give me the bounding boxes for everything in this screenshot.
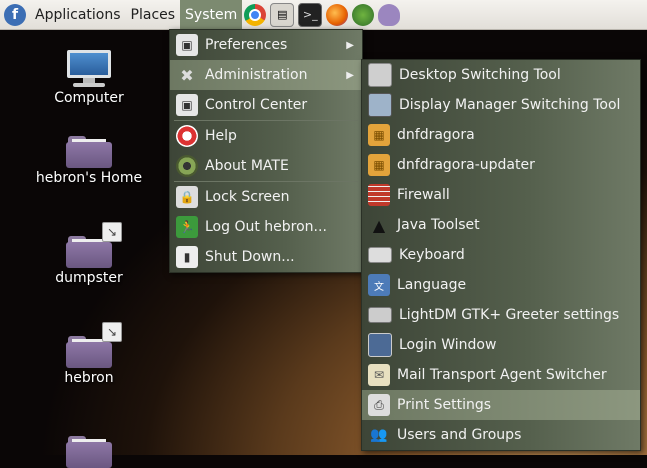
lock-screen-icon: 🔒 [176,186,198,208]
menu-item-firewall[interactable]: Firewall [362,180,640,210]
display-manager-icon [368,93,392,117]
menu-item-java-toolset[interactable]: ▲ Java Toolset [362,210,640,240]
applications-menu[interactable]: Applications [30,0,126,30]
desktop-icon-hebron[interactable]: ↘ hebron [29,322,149,386]
menu-item-dnfdragora[interactable]: ▦ dnfdragora [362,120,640,150]
mail-icon: ✉ [368,364,390,386]
menu-item-label: Control Center [205,97,308,113]
menu-item-label: Keyboard [399,247,465,263]
menu-item-label: Log Out hebron... [205,219,327,235]
menu-item-administration[interactable]: ✖ Administration ▶ [170,60,362,90]
menu-item-display-manager-switching-tool[interactable]: Display Manager Switching Tool [362,90,640,120]
fedora-logo-icon[interactable]: f [4,3,26,26]
terminal-icon[interactable]: >_ [298,2,323,27]
menu-item-label: LightDM GTK+ Greeter settings [399,307,620,323]
menu-item-login-window[interactable]: Login Window [362,330,640,360]
preferences-icon: ▣ [176,34,198,56]
menu-item-label: Language [397,277,467,293]
menu-item-dnfdragora-updater[interactable]: ▦ dnfdragora-updater [362,150,640,180]
menu-item-shut-down[interactable]: ▮ Shut Down... [170,242,362,272]
users-icon: 👥 [370,427,388,443]
logout-icon: 🏃 [176,216,198,238]
mate-icon [176,155,198,177]
menu-item-label: Print Settings [397,397,492,413]
menu-item-label: Firewall [397,187,450,203]
language-icon: 文 [368,274,390,296]
desktop-icon-label: Computer [54,90,124,106]
lightdm-icon [368,307,392,323]
menu-item-label: Mail Transport Agent Switcher [397,367,607,383]
home-folder-icon [66,136,112,168]
menu-item-label: Login Window [399,337,497,353]
system-menu[interactable]: System [180,0,243,30]
menu-item-label: Users and Groups [397,427,522,443]
java-icon: ▲ [372,215,386,235]
desktop-icon-dumpster[interactable]: ↘ dumpster [29,222,149,286]
menu-item-language[interactable]: 文 Language [362,270,640,300]
menu-item-label: Lock Screen [205,189,290,205]
top-panel: f Applications Places System ▤ >_ [0,0,647,30]
desktop-icon-computer[interactable]: Computer [29,50,149,106]
desktop-icon-partial[interactable] [29,436,149,468]
desktop-icon-label: hebron's Home [35,170,143,186]
menu-item-lightdm-greeter-settings[interactable]: LightDM GTK+ Greeter settings [362,300,640,330]
menu-item-lock-screen[interactable]: 🔒 Lock Screen [170,182,362,212]
menu-item-label: Java Toolset [397,217,480,233]
menu-item-control-center[interactable]: ▣ Control Center [170,90,362,120]
administration-submenu: Desktop Switching Tool Display Manager S… [361,59,641,451]
package-updater-icon: ▦ [368,154,390,176]
symlink-icon: ↘ [102,222,122,242]
package-icon: ▦ [368,124,390,146]
menu-item-label: Help [205,128,237,144]
menu-item-keyboard[interactable]: Keyboard [362,240,640,270]
lollypop-icon[interactable] [352,3,375,26]
help-icon [176,125,198,147]
folder-icon [66,436,112,468]
desktop-icon-home[interactable]: hebron's Home [29,136,149,186]
menu-item-label: dnfdragora [397,127,475,143]
menu-item-mail-transport-agent-switcher[interactable]: ✉ Mail Transport Agent Switcher [362,360,640,390]
desktop-switch-icon [368,63,392,87]
control-center-icon: ▣ [176,94,198,116]
menu-item-help[interactable]: Help [170,121,362,151]
administration-icon: ✖ [180,65,194,85]
menu-item-label: About MATE [205,158,289,174]
menu-item-desktop-switching-tool[interactable]: Desktop Switching Tool [362,60,640,90]
menu-item-label: Display Manager Switching Tool [399,97,621,113]
shutdown-icon: ▮ [176,246,198,268]
menu-item-label: Shut Down... [205,249,295,265]
submenu-arrow-icon: ▶ [346,39,354,51]
desktop-icon-label: hebron [64,370,114,386]
menu-item-label: dnfdragora-updater [397,157,535,173]
menu-item-preferences[interactable]: ▣ Preferences ▶ [170,30,362,60]
menu-item-about-mate[interactable]: About MATE [170,151,362,181]
menu-item-label: Desktop Switching Tool [399,67,561,83]
menu-item-log-out[interactable]: 🏃 Log Out hebron... [170,212,362,242]
firefox-icon[interactable] [326,3,349,26]
file-manager-icon[interactable]: ▤ [270,2,295,27]
menu-item-label: Administration [205,67,308,83]
submenu-arrow-icon: ▶ [346,69,354,81]
firewall-icon [368,184,390,206]
pidgin-icon[interactable] [378,3,401,26]
desktop-icon-label: dumpster [55,270,123,286]
places-menu[interactable]: Places [126,0,181,30]
system-dropdown-menu: ▣ Preferences ▶ ✖ Administration ▶ ▣ Con… [169,29,363,273]
chrome-icon[interactable] [244,3,267,26]
keyboard-icon [368,247,392,263]
symlink-icon: ↘ [102,322,122,342]
menu-item-users-and-groups[interactable]: 👥 Users and Groups [362,420,640,450]
computer-icon [65,50,113,88]
menu-item-label: Preferences [205,37,288,53]
printer-icon: ⎙ [368,394,390,416]
login-window-icon [368,333,392,357]
menu-item-print-settings[interactable]: ⎙ Print Settings [362,390,640,420]
